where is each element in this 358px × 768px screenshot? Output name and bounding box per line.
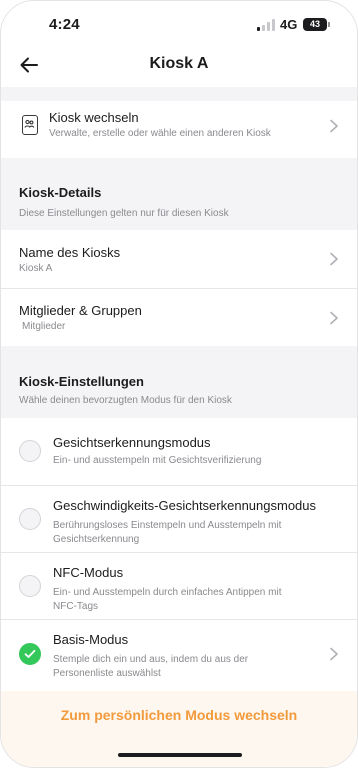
chevron-right-icon: [330, 647, 338, 661]
top-spacer: [1, 87, 357, 101]
chevron-right-icon: [330, 119, 338, 133]
mode-option-face-recognition[interactable]: Gesichtserkennungsmodus Ein- und ausstem…: [1, 418, 357, 485]
footer-bar: Zum persönlichen Modus wechseln: [1, 691, 357, 767]
network-label: 4G: [280, 17, 298, 32]
mode-description: Stemple dich ein und aus, indem du aus d…: [53, 654, 249, 679]
section-description: Diese Einstellungen gelten nur für diese…: [19, 208, 229, 219]
mode-description: Berührungsloses Einstempeln und Ausstemp…: [53, 520, 282, 545]
home-indicator: [118, 753, 242, 757]
kiosk-settings-section-header: Kiosk-Einstellungen Wähle deinen bevorzu…: [1, 346, 357, 418]
section-description: Wähle deinen bevorzugten Modus für den K…: [19, 395, 232, 406]
page-title: Kiosk A: [149, 55, 209, 72]
mode-description: Ein- und Ausstempeln durch einfaches Ant…: [53, 587, 282, 612]
mode-option-basic[interactable]: Basis-Modus Stemple dich ein und aus, in…: [1, 620, 357, 688]
members-groups-row[interactable]: Mitglieder & Gruppen Mitglieder: [1, 289, 357, 346]
radio-button[interactable]: [19, 508, 41, 530]
radio-button[interactable]: [19, 440, 41, 462]
row-value: Mitglieder: [22, 321, 66, 332]
signal-icon: [257, 19, 275, 31]
row-title: Mitglieder & Gruppen: [19, 303, 142, 318]
switch-to-personal-mode-button[interactable]: Zum persönlichen Modus wechseln: [1, 707, 357, 723]
row-title: Name des Kiosks: [19, 245, 121, 260]
mode-description: Ein- und ausstempeln mit Gesichtsverifiz…: [53, 455, 262, 466]
phone-screen: 4:24 4G 43 Kiosk A Kiosk wechseln Verwal…: [0, 0, 358, 768]
switch-kiosk-title: Kiosk wechseln: [49, 110, 139, 125]
kiosk-tablet-icon: [22, 115, 38, 135]
status-time: 4:24: [49, 16, 80, 33]
row-value: Kiosk A: [19, 263, 53, 274]
section-heading: Kiosk-Details: [19, 185, 102, 200]
status-bar: 4:24 4G 43: [1, 1, 357, 47]
mode-option-nfc[interactable]: NFC-Modus Ein- und Ausstempeln durch ein…: [1, 553, 357, 619]
chevron-right-icon: [330, 252, 338, 266]
chevron-right-icon: [330, 311, 338, 325]
kiosk-name-row[interactable]: Name des Kiosks Kiosk A: [1, 230, 357, 288]
radio-button-selected[interactable]: [19, 643, 41, 665]
checkmark-icon: [24, 649, 36, 658]
nav-header: Kiosk A: [1, 47, 357, 87]
kiosk-details-section-header: Kiosk-Details Diese Einstellungen gelten…: [1, 158, 357, 230]
mode-title: NFC-Modus: [53, 565, 124, 580]
radio-button[interactable]: [19, 575, 41, 597]
section-heading: Kiosk-Einstellungen: [19, 374, 144, 389]
switch-kiosk-row[interactable]: Kiosk wechseln Verwalte, erstelle oder w…: [1, 101, 357, 158]
switch-kiosk-subtitle: Verwalte, erstelle oder wähle einen ande…: [49, 128, 271, 139]
mode-option-speed-face-recognition[interactable]: Geschwindigkeits-Gesichtserkennungsmodus…: [1, 486, 357, 552]
mode-title: Gesichtserkennungsmodus: [53, 435, 211, 450]
mode-title: Basis-Modus: [53, 632, 129, 647]
mode-title: Geschwindigkeits-Gesichtserkennungsmodus: [53, 498, 317, 513]
battery-icon: 43: [303, 18, 330, 31]
